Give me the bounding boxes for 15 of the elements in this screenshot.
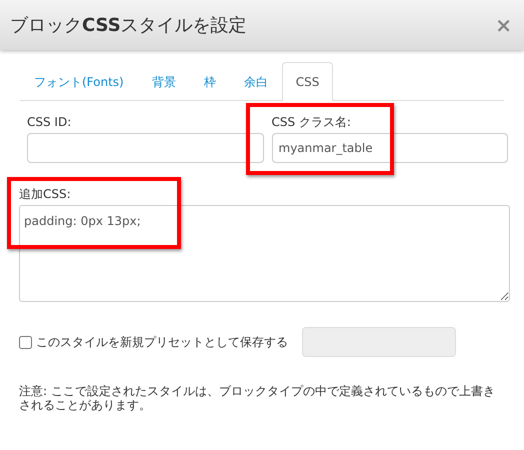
tab[interactable]: 枠 <box>190 62 230 101</box>
text-field[interactable]: myanmar_table <box>272 133 508 163</box>
checkbox-label: このスタイルを新規プリセットとして保存する <box>36 334 288 351</box>
text-field[interactable] <box>27 133 264 163</box>
tab[interactable]: CSS <box>282 62 334 101</box>
field-label: 追加CSS: <box>19 186 72 203</box>
tab[interactable]: 余白 <box>230 62 282 101</box>
tab[interactable]: フォント(Fonts) <box>20 62 138 101</box>
field-label: CSS クラス名: <box>272 114 352 131</box>
css-textarea[interactable]: padding: 0px 13px; <box>19 205 510 302</box>
note-text: 注意: ここで設定されたスタイルは、ブロックタイプの中で定義されているもので上書きされることがあります。 <box>19 385 496 413</box>
close-button[interactable]: × <box>493 15 514 35</box>
tab[interactable]: 背景 <box>138 62 190 101</box>
field-label: CSS ID: <box>27 114 72 131</box>
dialog-title: ブロックCSSスタイルを設定 <box>10 14 247 38</box>
